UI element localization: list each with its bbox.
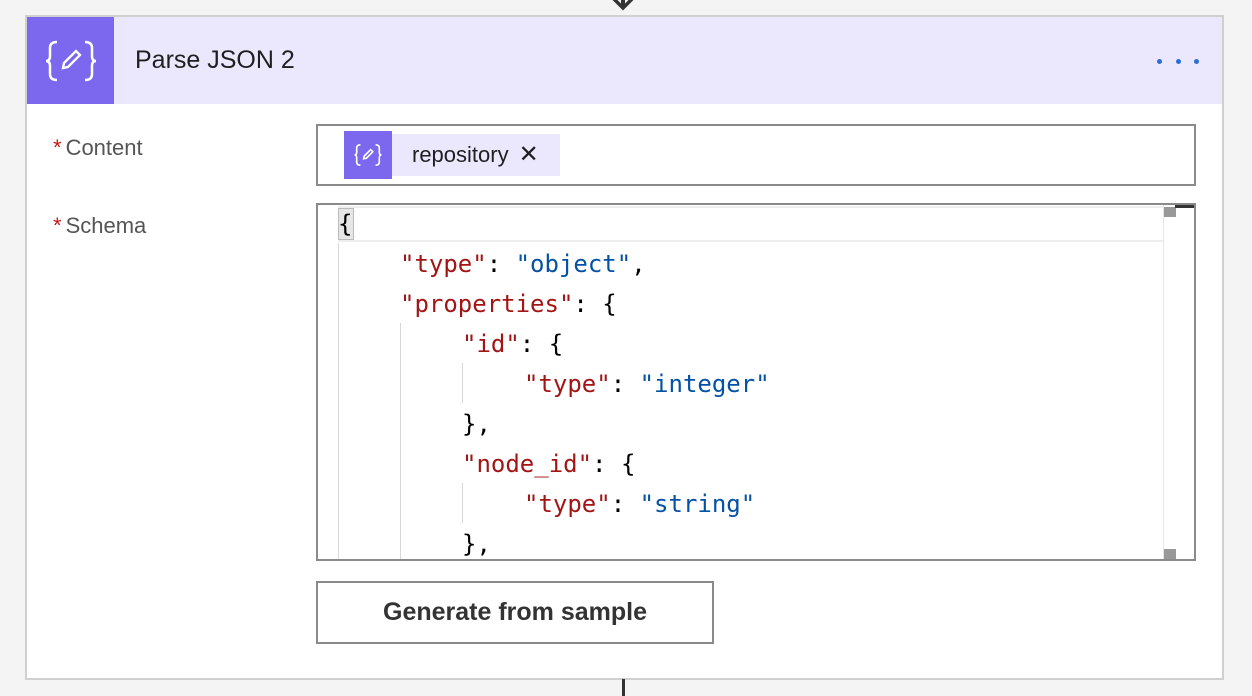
card-header[interactable]: Parse JSON 2 bbox=[27, 17, 1222, 104]
flow-arrow-icon bbox=[612, 0, 634, 11]
code-line: }, bbox=[462, 530, 491, 558]
editor-scrollbar[interactable] bbox=[1163, 205, 1194, 559]
indent-guide bbox=[462, 483, 463, 523]
flow-connector-bottom bbox=[622, 679, 625, 696]
schema-label-text: Schema bbox=[65, 213, 147, 238]
more-options-icon[interactable] bbox=[1153, 47, 1203, 75]
code-line: "type": "string" bbox=[524, 490, 756, 518]
code-line: "type": "object", bbox=[400, 250, 646, 278]
content-label-text: Content bbox=[65, 135, 143, 160]
content-input[interactable]: repository ✕ bbox=[316, 124, 1196, 186]
code-line: "properties": { bbox=[400, 290, 617, 318]
card-title: Parse JSON 2 bbox=[135, 46, 295, 74]
indent-guide bbox=[338, 243, 339, 559]
code-area[interactable]: { "type": "object", "properties": { "id": {… bbox=[338, 205, 1163, 559]
current-line-highlight bbox=[338, 206, 1163, 242]
json-edit-icon bbox=[27, 17, 114, 104]
scrollbar-marker bbox=[1164, 549, 1176, 559]
scrollbar-marker bbox=[1164, 207, 1176, 217]
code-line: "id": { bbox=[462, 330, 564, 358]
cursor-position-marker bbox=[1175, 205, 1194, 208]
token-label: repository bbox=[412, 142, 509, 167]
indent-guide bbox=[400, 323, 401, 559]
generate-from-sample-button[interactable]: Generate from sample bbox=[316, 581, 714, 644]
code-line: }, bbox=[462, 410, 491, 438]
json-edit-icon bbox=[344, 131, 392, 179]
code-line: "type": "integer" bbox=[524, 370, 770, 398]
content-label: * Content bbox=[53, 135, 143, 161]
schema-label: * Schema bbox=[53, 213, 146, 239]
required-marker: * bbox=[53, 213, 62, 238]
indent-guide bbox=[462, 363, 463, 403]
code-line: { bbox=[338, 210, 353, 238]
remove-token-icon[interactable]: ✕ bbox=[519, 143, 539, 167]
dynamic-content-token[interactable]: repository ✕ bbox=[344, 131, 560, 179]
schema-code-editor[interactable]: { "type": "object", "properties": { "id": {… bbox=[316, 203, 1196, 561]
parse-json-action-card: Parse JSON 2 * Content repository ✕ * Sche… bbox=[25, 15, 1224, 680]
required-marker: * bbox=[53, 135, 62, 160]
code-line: "node_id": { bbox=[462, 450, 636, 478]
